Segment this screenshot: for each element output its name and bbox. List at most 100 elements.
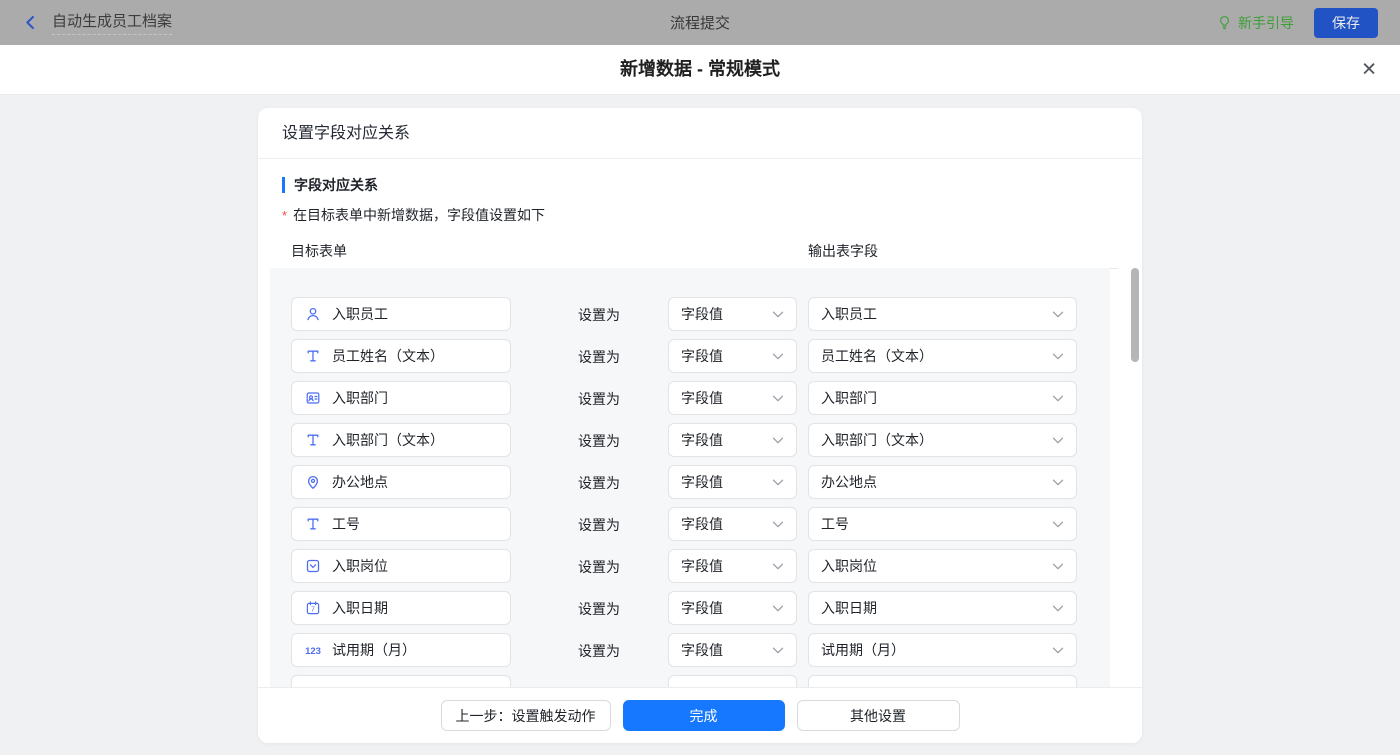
newbie-guide-label: 新手引导 [1238,14,1294,31]
set-as-label: 设置为 [578,475,620,491]
table-row: 入职部门（文本） 设置为 字段值 入职部门（文本） [270,423,1110,465]
target-field-box[interactable]: 123 试用期（月） [291,633,511,667]
done-button[interactable]: 完成 [622,700,785,731]
department-icon [303,390,323,406]
target-field-label: 工号 [332,516,360,532]
lightbulb-icon [1217,15,1232,30]
target-field-label: 办公地点 [332,474,388,490]
target-field-label: 入职员工 [332,306,388,322]
output-field-select[interactable]: 入职部门（文本） [808,423,1077,457]
back-nav[interactable]: 自动生成员工档案 [22,10,173,35]
output-field-select[interactable]: 工号 [808,507,1077,541]
chevron-down-icon [772,479,784,486]
output-field-selected: 试用期（月） [821,642,905,658]
output-field-select[interactable]: 入职日期 [808,591,1077,625]
target-field-box[interactable]: 7 入职日期 [291,591,511,625]
chevron-down-icon [772,563,784,570]
target-field-box[interactable]: 入职员工 [291,297,511,331]
chevron-down-icon [1052,605,1064,612]
set-as-label: 设置为 [578,433,620,449]
target-field-box[interactable]: 入职部门 [291,381,511,415]
output-field-selected: 员工姓名（文本） [821,348,933,364]
output-field-select[interactable]: 入职岗位 [808,549,1077,583]
value-type-select[interactable]: 字段值 [668,591,797,625]
calendar-icon: 7 [303,600,323,616]
table-row: 入职员工 设置为 字段值 入职员工 [270,297,1110,339]
value-type-select[interactable]: 字段值 [668,339,797,373]
value-type-selected: 字段值 [681,600,723,616]
value-type-selected: 字段值 [681,432,723,448]
newbie-guide-button[interactable]: 新手引导 [1217,13,1294,33]
output-field-select[interactable]: 入职员工 [808,297,1077,331]
close-icon[interactable]: ✕ [1361,60,1377,79]
save-button[interactable]: 保存 [1314,7,1378,38]
text-icon [303,516,323,532]
output-field-select[interactable] [808,675,1077,687]
set-as-label: 设置为 [578,307,620,323]
value-type-select[interactable]: 字段值 [668,507,797,541]
value-type-select[interactable]: 字段值 [668,381,797,415]
chevron-down-icon [772,605,784,612]
value-type-select[interactable]: 字段值 [668,297,797,331]
output-field-select[interactable]: 员工姓名（文本） [808,339,1077,373]
target-field-box[interactable]: 入职岗位 [291,549,511,583]
mapping-section: 字段对应关系 * 在目标表单中新增数据，字段值设置如下 目标表单 输出表字段 [258,159,1142,269]
table-row: 员工姓名（文本） 设置为 字段值 员工姓名（文本） [270,339,1110,381]
number-icon: 123 [303,642,323,658]
value-type-selected: 字段值 [681,558,723,574]
chevron-down-icon [772,353,784,360]
value-type-selected: 字段值 [681,348,723,364]
chevron-down-icon [772,647,784,654]
target-field-box[interactable]: 入职部门（文本） [291,423,511,457]
output-field-selected: 工号 [821,516,849,532]
output-field-select[interactable]: 试用期（月） [808,633,1077,667]
target-field-box[interactable]: 员工姓名（文本） [291,339,511,373]
value-type-selected: 字段值 [681,642,723,658]
field-mapping-card: 设置字段对应关系 字段对应关系 * 在目标表单中新增数据，字段值设置如下 目标表单… [258,108,1142,743]
card-header-title: 设置字段对应关系 [258,108,1142,159]
table-row: 工号 设置为 字段值 工号 [270,507,1110,549]
column-header-output: 输出表字段 [808,243,878,259]
prev-step-button[interactable]: 上一步：设置触发动作 [440,700,611,731]
output-field-selected: 入职日期 [821,600,877,616]
text-icon [303,348,323,364]
modal-header: 新增数据 - 常规模式 ✕ [0,45,1400,95]
page-title: 自动生成员工档案 [52,10,173,35]
section-title: 字段对应关系 [282,177,1118,193]
location-icon [303,474,323,490]
table-row: 办公地点 设置为 字段值 办公地点 [270,465,1110,507]
chevron-down-icon [1052,563,1064,570]
chevron-down-icon [1052,395,1064,402]
column-header-target: 目标表单 [291,243,347,259]
back-icon[interactable] [22,14,39,31]
output-field-selected: 入职岗位 [821,558,877,574]
value-type-select[interactable]: 字段值 [668,423,797,457]
target-field-label: 入职岗位 [332,558,388,574]
target-field-box[interactable]: 办公地点 [291,465,511,499]
output-field-select[interactable]: 入职部门 [808,381,1077,415]
table-row: 123 试用期（月） 设置为 字段值 试用期（月） [270,633,1110,675]
target-field-box[interactable]: 工号 [291,507,511,541]
chevron-down-icon [1052,437,1064,444]
output-field-select[interactable]: 办公地点 [808,465,1077,499]
value-type-select[interactable]: 字段值 [668,465,797,499]
target-field-label: 入职日期 [332,600,388,616]
topbar-actions: 新手引导 保存 [1217,7,1378,38]
select-icon [303,558,323,574]
required-mark: * [282,208,288,223]
value-type-select[interactable]: 字段值 [668,633,797,667]
chevron-down-icon [1052,521,1064,528]
set-as-label: 设置为 [578,517,620,533]
table-row: 入职部门 设置为 字段值 入职部门 [270,381,1110,423]
svg-text:123: 123 [305,646,321,657]
chevron-down-icon [1052,647,1064,654]
value-type-select[interactable] [668,675,797,687]
target-field-box[interactable] [291,675,511,687]
chevron-down-icon [772,311,784,318]
value-type-select[interactable]: 字段值 [668,549,797,583]
output-field-selected: 入职部门（文本） [821,432,933,448]
table-row [270,675,1110,687]
other-settings-button[interactable]: 其他设置 [796,700,960,731]
scrollbar-thumb[interactable] [1131,268,1139,362]
output-field-selected: 入职员工 [821,306,877,322]
